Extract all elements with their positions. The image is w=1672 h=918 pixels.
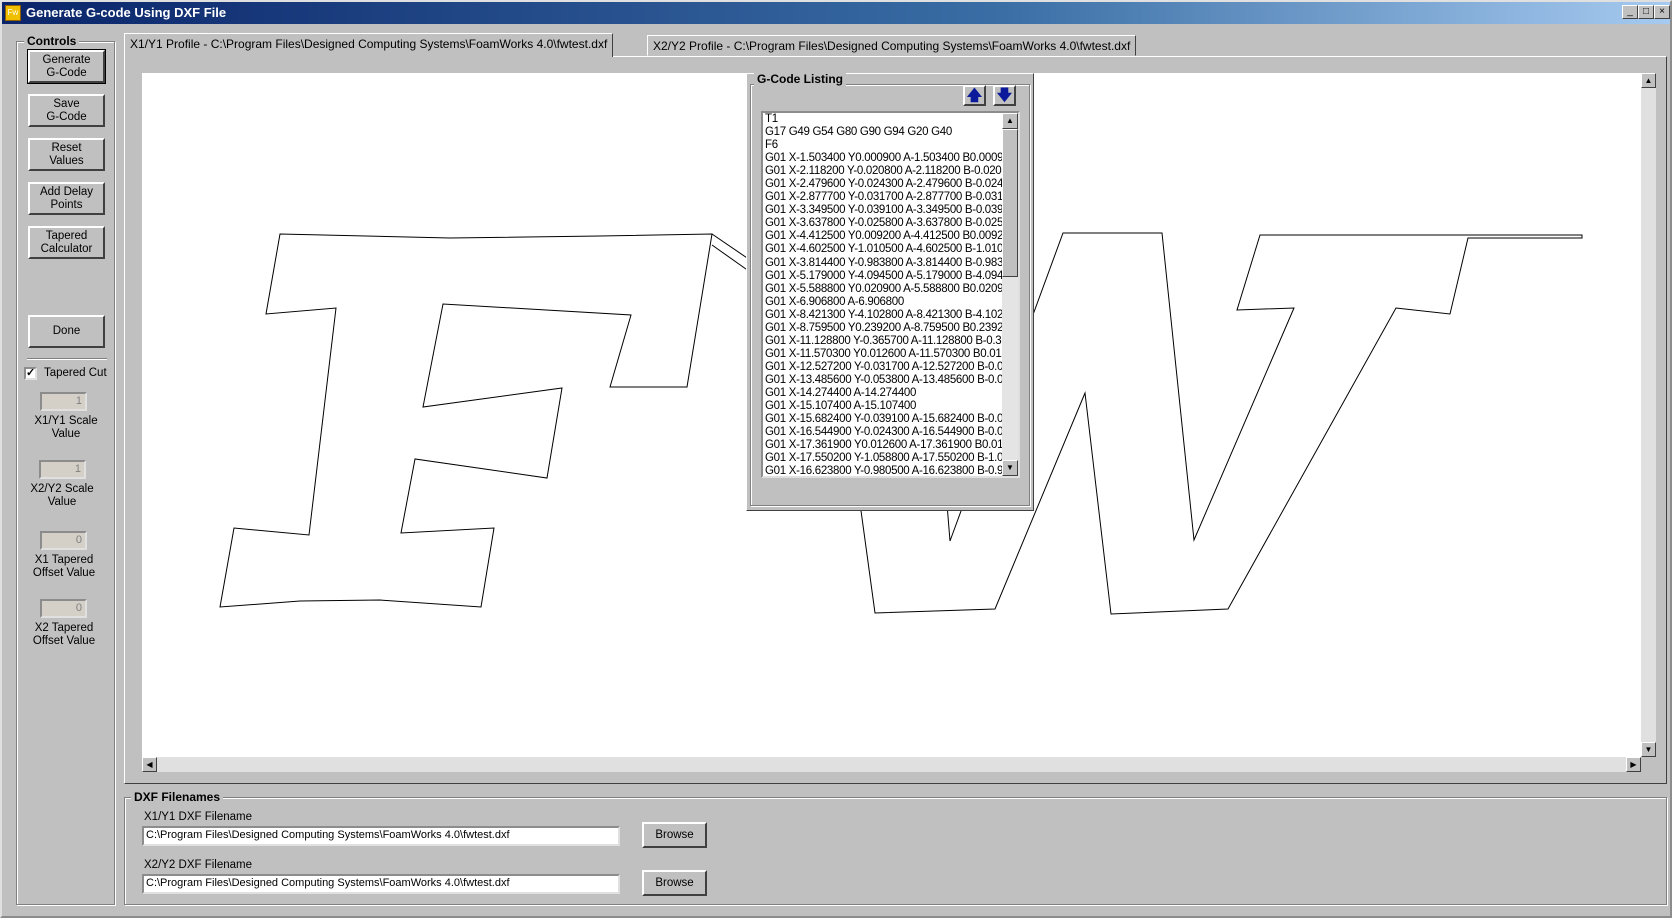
gcode-line[interactable]: G01 X-2.877700 Y-0.031700 A-2.877700 B-0…: [763, 191, 1003, 204]
maximize-icon[interactable]: □: [1638, 5, 1654, 19]
gcode-line[interactable]: G01 X-8.759500 Y0.239200 A-8.759500 B0.2…: [763, 322, 1003, 335]
vertical-scrollbar[interactable]: [1641, 73, 1656, 757]
scroll-left-icon[interactable]: ◀: [142, 757, 157, 772]
gcode-scroll-down-icon[interactable]: ▼: [1002, 460, 1018, 476]
gcode-line[interactable]: G01 X-16.623800 Y-0.980500 A-16.623800 B…: [763, 465, 1003, 476]
gcode-title: G-Code Listing: [754, 72, 846, 86]
x1-tapered-offset-input[interactable]: 0: [40, 531, 87, 550]
gcode-line[interactable]: G01 X-3.349500 Y-0.039100 A-3.349500 B-0…: [763, 204, 1003, 217]
x1y1-scale-label: X1/Y1 Scale Value: [34, 415, 98, 440]
gcode-line[interactable]: G01 X-15.107400 A-15.107400: [763, 400, 1003, 413]
gcode-line[interactable]: G01 X-2.479600 Y-0.024300 A-2.479600 B-0…: [763, 178, 1003, 191]
gcode-line[interactable]: F6: [763, 139, 1003, 152]
arrow-down-icon[interactable]: 🡇: [993, 85, 1016, 106]
x2-tapered-offset-label: X2 Tapered Offset Value: [32, 622, 96, 647]
title-bar: Generate G-code Using DXF File: [2, 2, 1670, 24]
tapered-calculator-button[interactable]: Tapered Calculator: [28, 226, 105, 259]
done-button[interactable]: Done: [28, 315, 105, 348]
tab-x2y2-profile[interactable]: X2/Y2 Profile - C:\Program Files\Designe…: [647, 35, 1137, 56]
save-gcode-button[interactable]: Save G-Code: [28, 94, 105, 127]
gcode-scroll-thumb[interactable]: [1002, 129, 1018, 277]
gcode-line[interactable]: G01 X-6.906800 A-6.906800: [763, 296, 1003, 309]
gcode-line[interactable]: G01 X-3.637800 Y-0.025800 A-3.637800 B-0…: [763, 217, 1003, 230]
x2y2-browse-button[interactable]: Browse: [642, 870, 707, 896]
scroll-up-icon[interactable]: ▲: [1641, 73, 1656, 88]
tapered-cut-label: Tapered Cut: [44, 367, 107, 379]
minimize-icon[interactable]: _: [1622, 5, 1638, 19]
close-icon[interactable]: ×: [1654, 5, 1670, 19]
letter-f-outline: [219, 233, 713, 608]
gcode-line[interactable]: G01 X-11.128800 Y-0.365700 A-11.128800 B…: [763, 335, 1003, 348]
arrow-up-icon[interactable]: 🡅: [963, 85, 986, 106]
gcode-line[interactable]: G01 X-12.527200 Y-0.031700 A-12.527200 B…: [763, 361, 1003, 374]
gcode-listbox[interactable]: T1 G17 G49 G54 G80 G90 G94 G20 G40 F6 G01 X…: [761, 111, 1020, 478]
divider: [27, 358, 107, 360]
gcode-line[interactable]: G01 X-15.682400 Y-0.039100 A-15.682400 B…: [763, 413, 1003, 426]
gcode-line[interactable]: G01 X-4.602500 Y-1.010500 A-4.602500 B-1…: [763, 243, 1003, 256]
x1y1-browse-button[interactable]: Browse: [642, 822, 707, 848]
add-delay-points-button[interactable]: Add Delay Points: [28, 182, 105, 215]
x2y2-scale-label: X2/Y2 Scale Value: [30, 483, 94, 508]
tapered-cut-checkbox[interactable]: ✓: [24, 367, 37, 380]
gcode-line[interactable]: G17 G49 G54 G80 G90 G94 G20 G40: [763, 126, 1003, 139]
gcode-scroll-up-icon[interactable]: ▲: [1002, 113, 1018, 129]
gcode-line[interactable]: G01 X-3.814400 Y-0.983800 A-3.814400 B-0…: [763, 257, 1003, 270]
gcode-line[interactable]: G01 X-16.544900 Y-0.024300 A-16.544900 B…: [763, 426, 1003, 439]
horizontal-scrollbar[interactable]: [142, 757, 1641, 772]
dxf-title: DXF Filenames: [131, 790, 224, 804]
gcode-line[interactable]: G01 X-4.412500 Y0.009200 A-4.412500 B0.0…: [763, 230, 1003, 243]
x2-tapered-offset-input[interactable]: 0: [40, 599, 87, 618]
gcode-line[interactable]: G01 X-2.118200 Y-0.020800 A-2.118200 B-0…: [763, 165, 1003, 178]
gcode-line[interactable]: G01 X-17.361900 Y0.012600 A-17.361900 B0…: [763, 439, 1003, 452]
x2y2-filename-label: X2/Y2 DXF Filename: [144, 859, 253, 871]
gcode-line[interactable]: G01 X-8.421300 Y-4.102800 A-8.421300 B-4…: [763, 309, 1003, 322]
scroll-down-icon[interactable]: ▼: [1641, 742, 1656, 757]
app-icon: Fw: [5, 5, 21, 21]
reset-values-button[interactable]: Reset Values: [28, 138, 105, 171]
x1y1-scale-input[interactable]: 1: [40, 392, 87, 411]
x1y1-filename-input[interactable]: C:\Program Files\Designed Computing Syst…: [142, 826, 620, 846]
x1y1-filename-label: X1/Y1 DXF Filename: [144, 811, 253, 823]
generate-gcode-button[interactable]: Generate G-Code: [27, 49, 106, 84]
gcode-line[interactable]: G01 X-1.503400 Y0.000900 A-1.503400 B0.0…: [763, 152, 1003, 165]
gcode-line[interactable]: G01 X-5.588800 Y0.020900 A-5.588800 B0.0…: [763, 283, 1003, 296]
x2y2-scale-input[interactable]: 1: [39, 460, 86, 479]
gcode-line[interactable]: G01 X-17.550200 Y-1.058800 A-17.550200 B…: [763, 452, 1003, 465]
controls-title: Controls: [24, 34, 80, 48]
gcode-line[interactable]: T1: [763, 113, 1003, 126]
gcode-line[interactable]: G01 X-5.179000 Y-4.094500 A-5.179000 B-4…: [763, 270, 1003, 283]
gcode-line[interactable]: G01 X-13.485600 Y-0.053800 A-13.485600 B…: [763, 374, 1003, 387]
gcode-line[interactable]: G01 X-11.570300 Y0.012600 A-11.570300 B0…: [763, 348, 1003, 361]
scroll-right-icon[interactable]: ▶: [1626, 757, 1641, 772]
x1-tapered-offset-label: X1 Tapered Offset Value: [32, 554, 96, 579]
tab-x1y1-profile[interactable]: X1/Y1 Profile - C:\Program Files\Designe…: [124, 33, 614, 57]
gcode-line[interactable]: G01 X-14.274400 A-14.274400: [763, 387, 1003, 400]
x2y2-filename-input[interactable]: C:\Program Files\Designed Computing Syst…: [142, 874, 620, 894]
